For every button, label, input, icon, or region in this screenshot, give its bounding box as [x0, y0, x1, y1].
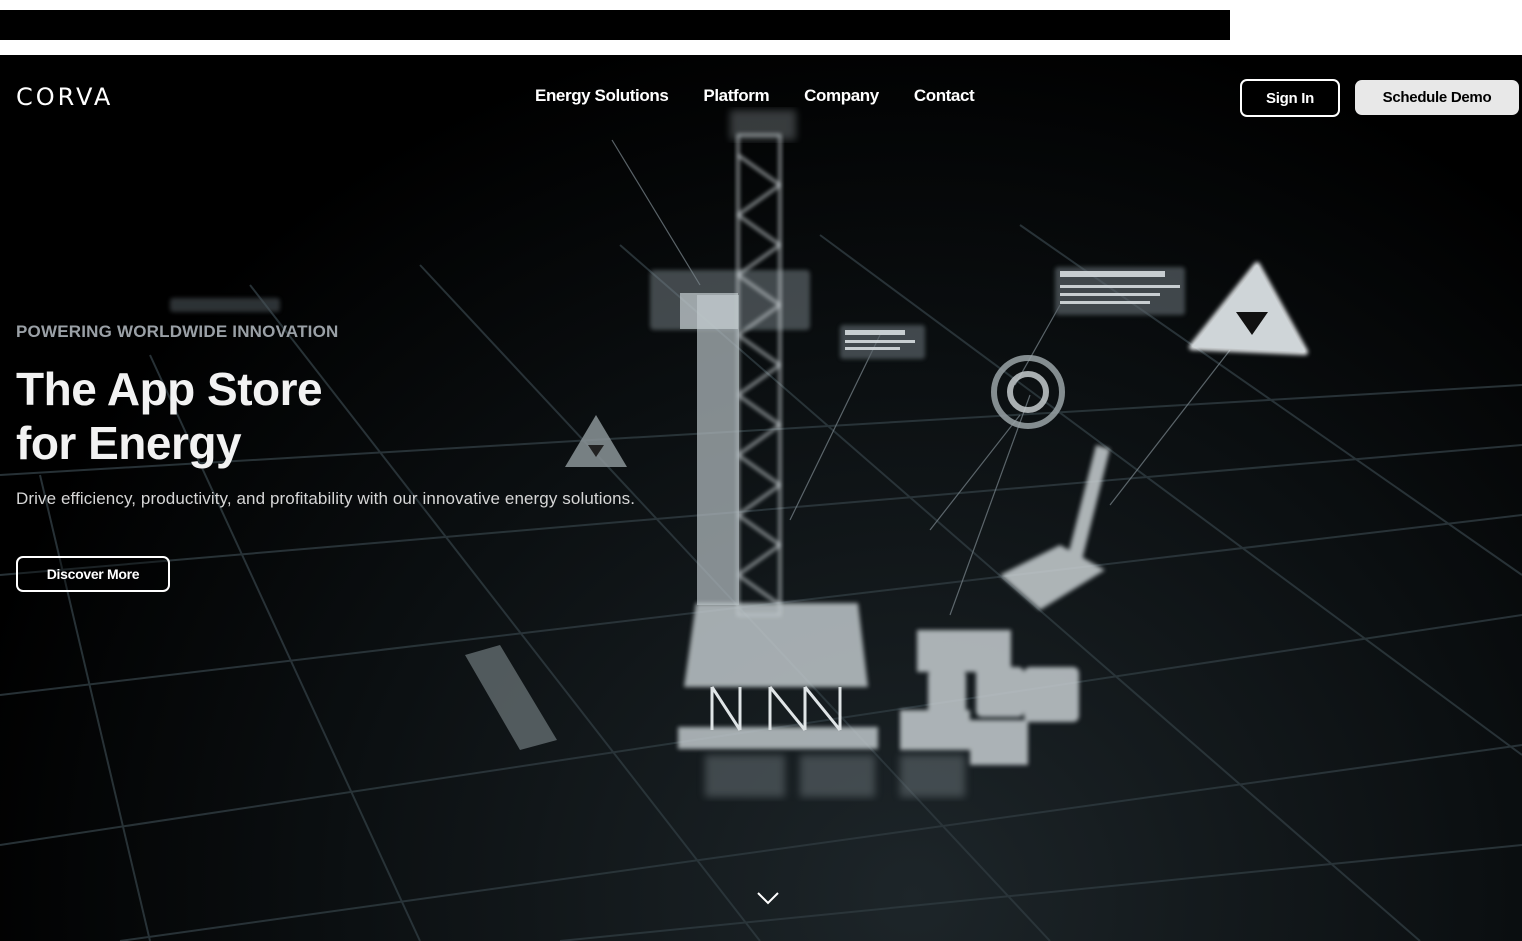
- sign-in-button[interactable]: Sign In: [1240, 79, 1340, 117]
- corva-logo[interactable]: CORVA: [16, 85, 113, 109]
- nav-item-platform[interactable]: Platform: [703, 86, 769, 106]
- hero-headline-line2: for Energy: [16, 417, 242, 469]
- top-glitch-strip: [0, 0, 1522, 55]
- nav-item-contact[interactable]: Contact: [914, 86, 975, 106]
- hero-eyebrow: POWERING WORLDWIDE INNOVATION: [16, 322, 339, 341]
- nav-item-company[interactable]: Company: [804, 86, 879, 106]
- hero-subtitle: Drive efficiency, productivity, and prof…: [16, 489, 636, 508]
- main-nav: CORVA Energy Solutions Platform Company …: [0, 55, 1522, 139]
- hero-headline: The App Store for Energy: [16, 362, 436, 470]
- hero-headline-line1: The App Store: [16, 363, 323, 415]
- wave-artifact: [0, 28, 1230, 39]
- nav-item-energy-solutions[interactable]: Energy Solutions: [535, 86, 669, 106]
- schedule-demo-button[interactable]: Schedule Demo: [1355, 80, 1519, 115]
- nav-menu: Energy Solutions Platform Company Contac…: [535, 86, 1009, 106]
- chevron-down-icon[interactable]: [756, 890, 780, 906]
- discover-more-button[interactable]: Discover More: [16, 556, 170, 592]
